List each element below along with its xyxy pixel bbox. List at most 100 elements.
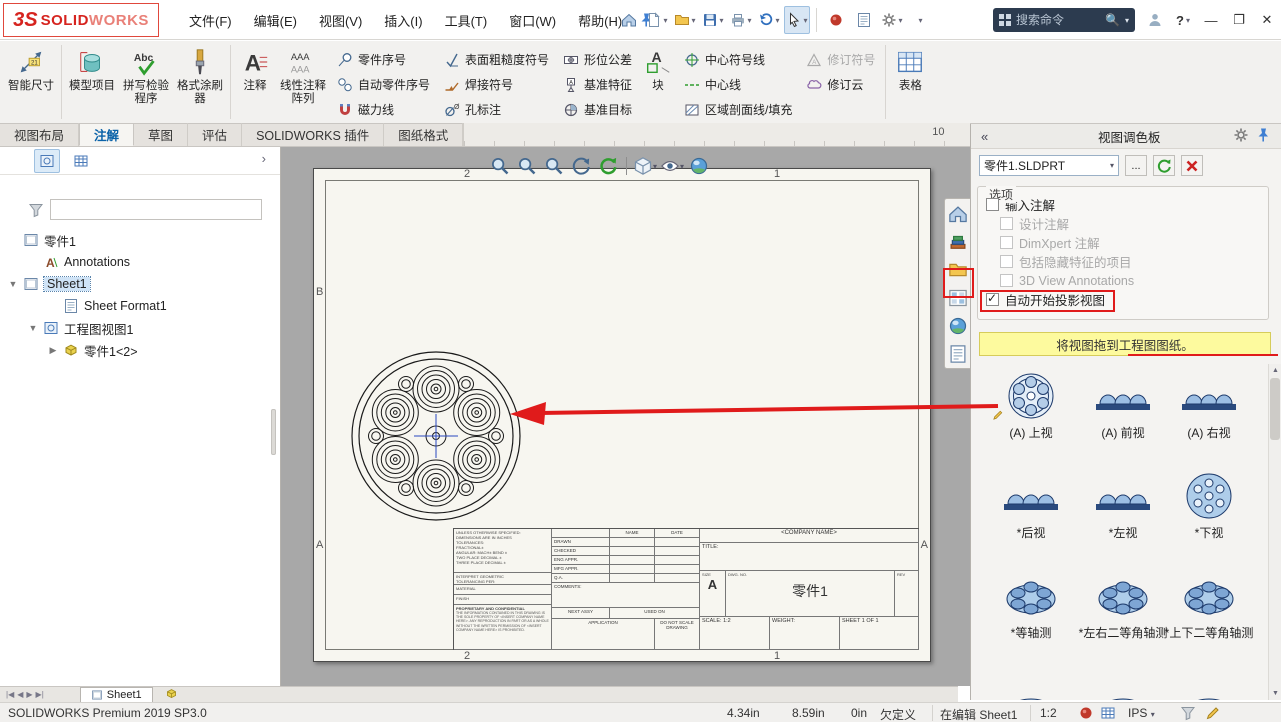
add-sheet-icon[interactable]	[165, 687, 178, 703]
scroll-down-icon[interactable]: ▼	[1269, 687, 1281, 700]
scroll-up-icon[interactable]: ▲	[1269, 364, 1281, 377]
select-arrow-icon[interactable]: ▾	[784, 6, 810, 34]
appearances-scenes-icon[interactable]	[947, 314, 970, 337]
panel-splitter-handle[interactable]	[271, 409, 276, 455]
tree-node-drawing-view[interactable]: ▼工程图视图1	[0, 317, 280, 339]
option-auto-start-projected-view[interactable]: 自动开始投影视图	[978, 290, 1268, 309]
print-icon[interactable]: ▾	[728, 6, 754, 34]
tab-addins[interactable]: SOLIDWORKS 插件	[242, 123, 384, 146]
record-icon[interactable]	[823, 6, 849, 34]
view-thumbnail-back[interactable]: *后视	[985, 470, 1077, 540]
feature-tree-tab-icon[interactable]	[34, 149, 60, 173]
view-thumbnail-left[interactable]: *左视	[1077, 470, 1169, 540]
view-thumbnail-partial[interactable]	[985, 684, 1077, 700]
filter-funnel-icon[interactable]	[28, 202, 44, 218]
new-document-icon[interactable]: ▾	[644, 6, 670, 34]
first-sheet-icon[interactable]: |◀	[6, 690, 14, 699]
smart-dimension-button[interactable]: 智能尺寸	[4, 43, 58, 121]
pan-icon[interactable]	[596, 154, 620, 178]
sheet-scale[interactable]: 1:2	[1040, 706, 1057, 720]
view-thumbnail-front[interactable]: (A) 前视	[1077, 370, 1169, 440]
custom-properties-icon[interactable]	[947, 342, 970, 365]
datum-target-button[interactable]: 基准目标	[556, 97, 639, 122]
view-thumbnail-partial[interactable]	[1163, 684, 1255, 700]
drawing-sheet-icon[interactable]	[851, 6, 877, 34]
tab-annotation[interactable]: 注解	[79, 123, 134, 146]
format-painter-button[interactable]: 格式涂刷器	[173, 43, 227, 121]
view-thumbnail-bottom[interactable]: *下视	[1163, 470, 1255, 540]
unit-system[interactable]: IPS ▾	[1128, 706, 1155, 720]
panel-options-gear-icon[interactable]	[1233, 127, 1249, 146]
grid-icon[interactable]	[1100, 705, 1116, 722]
last-sheet-icon[interactable]: ▶|	[36, 690, 44, 699]
geometric-tolerance-button[interactable]: 形位公差	[556, 47, 639, 72]
menu-edit[interactable]: 编辑(E)	[243, 0, 308, 40]
tree-node-part[interactable]: 零件1	[0, 229, 280, 251]
tree-node-sheet1[interactable]: ▼Sheet1	[0, 273, 280, 295]
view-palette-icon[interactable]	[947, 286, 970, 309]
document-selector[interactable]: 零件1.SLDPRT▾	[979, 155, 1119, 176]
filter-icon[interactable]	[1180, 705, 1196, 722]
view-thumbnail-right[interactable]: (A) 右视	[1163, 370, 1255, 440]
balloon-button[interactable]: 零件序号	[330, 47, 437, 72]
panel-expand-icon[interactable]: ›	[262, 151, 266, 166]
view-thumbnail-trimetric[interactable]: *上下二等角轴测	[1163, 570, 1255, 640]
option-import-annotations[interactable]: 输入注解	[978, 195, 1268, 214]
revision-cloud-button[interactable]: 修订云	[799, 72, 882, 97]
zoom-area-icon[interactable]	[515, 154, 539, 178]
help-icon[interactable]: ?▾	[1169, 0, 1197, 40]
model-items-button[interactable]: 模型项目	[65, 43, 119, 121]
view-thumbnail-isometric[interactable]: *等轴测	[985, 570, 1077, 640]
hide-show-items-icon[interactable]: ▾	[660, 154, 684, 178]
view-thumbnail-partial[interactable]	[1077, 684, 1169, 700]
edit-pencil-icon[interactable]	[1205, 705, 1221, 722]
linear-note-pattern-button[interactable]: 线性注释阵列	[276, 43, 330, 121]
appearances-icon[interactable]	[687, 154, 711, 178]
datum-feature-button[interactable]: 基准特征	[556, 72, 639, 97]
note-button[interactable]: 注释	[234, 43, 276, 121]
tab-evaluate[interactable]: 评估	[188, 123, 242, 146]
weld-symbol-button[interactable]: 焊接符号	[437, 72, 556, 97]
tree-filter-input[interactable]	[50, 199, 262, 220]
drawing-view-top[interactable]	[350, 350, 522, 522]
scrollbar-thumb[interactable]	[1270, 378, 1280, 440]
solidworks-resources-icon[interactable]	[947, 202, 970, 225]
prev-sheet-icon[interactable]: ◀	[17, 690, 23, 699]
panel-pin-icon[interactable]	[1255, 127, 1271, 146]
collapse-panel-icon[interactable]: «	[971, 129, 998, 144]
tag-icon[interactable]	[1078, 705, 1094, 722]
refresh-icon[interactable]	[1153, 155, 1175, 176]
display-style-icon[interactable]: ▾	[633, 154, 657, 178]
graphics-area[interactable]: 2 1 B A A 2 1 UNLESS OTHERWISE SPECIFIED	[281, 147, 970, 686]
minimize-button[interactable]: —	[1197, 0, 1225, 40]
tab-sketch[interactable]: 草图	[134, 123, 188, 146]
auto-balloon-button[interactable]: 自动零件序号	[330, 72, 437, 97]
undo-icon[interactable]: ▾	[756, 6, 782, 34]
checkbox[interactable]	[986, 293, 999, 306]
command-search[interactable]: 🔍 ▾	[993, 8, 1135, 32]
options-gear-icon[interactable]: ▾	[879, 6, 905, 34]
tab-view-layout[interactable]: 视图布局	[0, 123, 79, 146]
centerline-button[interactable]: 中心线	[677, 72, 799, 97]
file-explorer-icon[interactable]	[947, 258, 970, 281]
more-commands-icon[interactable]: ▾	[907, 6, 933, 34]
close-palette-icon[interactable]	[1181, 155, 1203, 176]
spell-checker-button[interactable]: 拼写检验程序	[119, 43, 173, 121]
center-mark-button[interactable]: 中心符号线	[677, 47, 799, 72]
tree-node-annotations[interactable]: Annotations	[0, 251, 280, 273]
menu-file[interactable]: 文件(F)	[178, 0, 243, 40]
view-thumbnail-top[interactable]: (A) 上视	[985, 370, 1077, 440]
tree-node-sheet-format[interactable]: Sheet Format1	[0, 295, 280, 317]
search-input[interactable]	[1016, 13, 1100, 27]
zoom-in-out-icon[interactable]	[542, 154, 566, 178]
layer-properties-tab-icon[interactable]	[68, 149, 94, 173]
checkbox[interactable]	[986, 198, 999, 211]
menu-tools[interactable]: 工具(T)	[434, 0, 499, 40]
search-caret-icon[interactable]: ▾	[1125, 16, 1129, 25]
tables-button[interactable]: 表格	[889, 43, 931, 121]
view-thumbnail-dimetric[interactable]: *左右二等角轴测	[1077, 570, 1169, 640]
open-icon[interactable]: ▾	[672, 6, 698, 34]
palette-scrollbar[interactable]: ▲ ▼	[1268, 364, 1281, 700]
browse-button[interactable]: ...	[1125, 155, 1147, 176]
home-icon[interactable]	[616, 6, 642, 34]
